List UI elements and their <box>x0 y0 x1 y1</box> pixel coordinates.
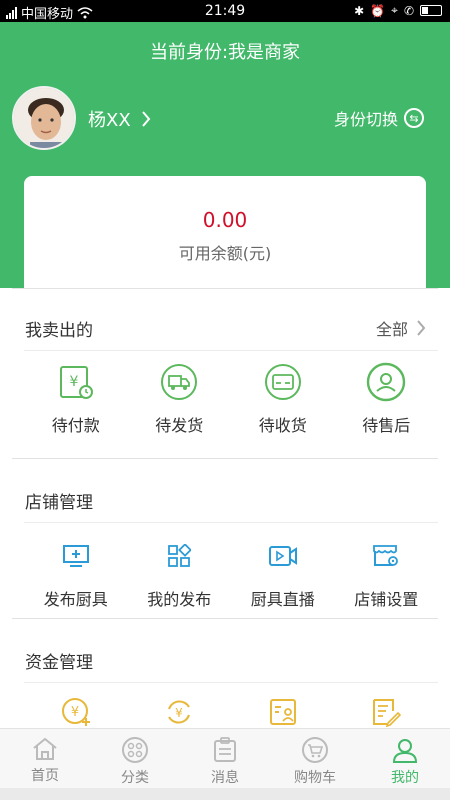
role-title: 当前身份:我是商家 <box>149 42 301 63</box>
divider <box>24 522 438 523</box>
truck-icon <box>159 362 199 402</box>
svg-text:¥: ¥ <box>71 705 79 720</box>
receive-icon <box>263 362 303 402</box>
withdraw-button[interactable]: ¥ <box>128 692 232 732</box>
bottom-tab-bar: 首页 分类 消息 购物车 我的 <box>0 728 450 788</box>
orders-all-link[interactable]: 全部 <box>376 316 426 340</box>
tab-home[interactable]: 首页 <box>0 729 90 788</box>
balance-label: 可用余额(元) <box>178 244 272 263</box>
call-icon: ✆ <box>403 3 414 18</box>
tab-label: 首页 <box>31 768 59 784</box>
category-icon <box>122 737 148 763</box>
shop-item-label: 店铺设置 <box>354 590 419 609</box>
balance-card[interactable]: 0.00 可用余额(元) <box>24 176 426 288</box>
bill-button[interactable] <box>335 692 439 732</box>
shop-item-label: 厨具直播 <box>250 590 315 609</box>
battery-icon <box>420 5 442 16</box>
order-status-label: 待收货 <box>258 416 307 435</box>
content-area: 我卖出的 全部 ¥ 待付款 待发货 待收货 待售后 店铺管理 发布厨具 我的发布… <box>0 288 450 728</box>
order-status-pending-shipment[interactable]: 待发货 <box>128 362 232 436</box>
order-status-label: 待发货 <box>155 416 204 435</box>
recharge-icon: ¥ <box>56 692 96 732</box>
divider <box>12 618 438 619</box>
shop-grid: 发布厨具 我的发布 厨具直播 店铺设置 <box>24 536 438 610</box>
cookware-live-button[interactable]: 厨具直播 <box>231 536 335 610</box>
tab-label: 购物车 <box>294 770 336 786</box>
location-icon: ⌖ <box>391 3 398 17</box>
bluetooth-icon: ✱ <box>354 3 365 18</box>
switch-role-label: 身份切换 <box>333 110 398 129</box>
funds-title: 资金管理 <box>25 653 93 673</box>
order-status-pending-payment[interactable]: ¥ 待付款 <box>24 362 128 436</box>
shop-title: 店铺管理 <box>25 493 93 513</box>
my-publish-icon <box>159 536 199 576</box>
order-status-pending-receipt[interactable]: 待收货 <box>231 362 335 436</box>
order-status-after-sale[interactable]: 待售后 <box>335 362 439 436</box>
status-bar: 中国移动 21:49 ✱ ⏰ ⌖ ✆ <box>0 0 450 22</box>
service-icon <box>366 362 406 402</box>
shop-item-label: 我的发布 <box>147 590 212 609</box>
shop-settings-icon <box>366 536 406 576</box>
balance-amount: 0.00 <box>202 208 248 232</box>
withdraw-icon: ¥ <box>159 692 199 732</box>
avatar[interactable] <box>12 86 76 150</box>
svg-text:¥: ¥ <box>175 706 183 720</box>
divider <box>24 350 438 351</box>
live-icon <box>263 536 303 576</box>
home-icon <box>33 737 57 760</box>
recharge-button[interactable]: ¥ <box>24 692 128 732</box>
tab-label: 我的 <box>391 770 419 786</box>
divider <box>12 288 438 289</box>
bill-icon <box>366 692 406 732</box>
chevron-right-icon <box>417 320 426 336</box>
username: 杨XX <box>88 110 131 131</box>
tab-cart[interactable]: 购物车 <box>270 729 360 788</box>
publish-cookware-button[interactable]: 发布厨具 <box>24 536 128 610</box>
tab-category[interactable]: 分类 <box>90 729 180 788</box>
username-link[interactable]: 杨XX <box>88 106 151 132</box>
account-icon <box>263 692 303 732</box>
switch-role-button[interactable]: 身份切换 ⇆ <box>334 106 424 130</box>
tab-label: 消息 <box>211 770 239 786</box>
tab-profile[interactable]: 我的 <box>360 729 450 788</box>
svg-text:¥: ¥ <box>69 374 78 390</box>
order-status-label: 待售后 <box>362 416 411 435</box>
tab-label: 分类 <box>121 770 149 786</box>
funds-grid: ¥ ¥ <box>24 692 438 732</box>
my-publish-button[interactable]: 我的发布 <box>128 536 232 610</box>
tab-message[interactable]: 消息 <box>180 729 270 788</box>
divider <box>24 682 438 683</box>
cart-icon <box>302 737 328 763</box>
payment-icon: ¥ <box>56 362 96 402</box>
shop-settings-button[interactable]: 店铺设置 <box>335 536 439 610</box>
divider <box>12 458 438 459</box>
avatar-image <box>14 88 74 148</box>
publish-icon <box>56 536 96 576</box>
orders-title: 我卖出的 <box>25 321 93 341</box>
order-status-label: 待付款 <box>51 416 100 435</box>
alarm-icon: ⏰ <box>370 3 386 18</box>
chevron-right-icon <box>141 111 150 127</box>
system-nav-area <box>0 788 450 800</box>
swap-icon: ⇆ <box>404 108 424 128</box>
profile-icon <box>392 739 418 763</box>
shop-item-label: 发布厨具 <box>43 590 108 609</box>
orders-grid: ¥ 待付款 待发货 待收货 待售后 <box>24 362 438 436</box>
account-button[interactable] <box>231 692 335 732</box>
message-icon <box>214 737 236 762</box>
orders-all-label: 全部 <box>375 320 408 339</box>
